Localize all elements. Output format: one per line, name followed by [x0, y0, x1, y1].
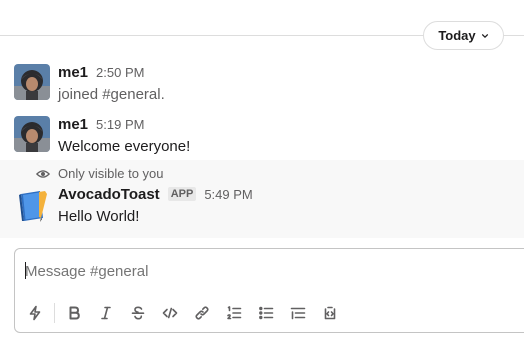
- link-button[interactable]: [186, 298, 218, 328]
- bulleted-list-icon: [259, 306, 274, 319]
- bulleted-list-button[interactable]: [250, 298, 282, 328]
- visibility-notice: Only visible to you: [36, 166, 164, 181]
- avatar[interactable]: [14, 64, 50, 100]
- notebook-icon: [14, 188, 50, 224]
- message-timestamp[interactable]: 2:50 PM: [96, 65, 144, 80]
- code-block-button[interactable]: [314, 298, 346, 328]
- shortcuts-button[interactable]: [19, 298, 51, 328]
- eye-icon: [36, 169, 50, 178]
- message-item[interactable]: me1 2:50 PM joined #general.: [0, 60, 524, 108]
- app-badge: APP: [167, 187, 197, 201]
- ephemeral-message[interactable]: Only visible to you AvocadoToast APP 5:4…: [0, 160, 524, 238]
- italic-icon: [101, 306, 111, 319]
- chevron-down-icon: [481, 33, 488, 38]
- sender-name[interactable]: me1: [58, 116, 88, 133]
- sender-name[interactable]: me1: [58, 64, 88, 81]
- code-block-icon: [324, 306, 336, 319]
- user-avatar-image: [14, 64, 50, 100]
- shortcuts-icon: [29, 305, 41, 320]
- message-timestamp[interactable]: 5:49 PM: [204, 187, 252, 202]
- strikethrough-button[interactable]: [122, 298, 154, 328]
- message-text: Welcome everyone!: [58, 138, 191, 155]
- bold-icon: [69, 306, 80, 319]
- ordered-list-icon: [227, 305, 242, 319]
- day-label: Today: [438, 28, 476, 43]
- code-icon: [162, 307, 178, 318]
- formatting-toolbar: [15, 292, 524, 333]
- blockquote-icon: [290, 307, 306, 319]
- strikethrough-icon: [131, 306, 145, 319]
- user-avatar-image: [14, 116, 50, 152]
- message-timestamp[interactable]: 5:19 PM: [96, 117, 144, 132]
- message-item[interactable]: me1 5:19 PM Welcome everyone!: [0, 112, 524, 160]
- link-icon: [195, 305, 209, 320]
- message-text: Hello World!: [58, 208, 140, 225]
- italic-button[interactable]: [90, 298, 122, 328]
- message-composer[interactable]: [14, 248, 524, 333]
- bold-button[interactable]: [58, 298, 90, 328]
- day-jump-button[interactable]: Today: [423, 21, 504, 50]
- avatar[interactable]: [14, 116, 50, 152]
- sender-name[interactable]: AvocadoToast: [58, 186, 160, 203]
- ordered-list-button[interactable]: [218, 298, 250, 328]
- visibility-notice-text: Only visible to you: [58, 166, 164, 181]
- message-input[interactable]: [25, 261, 505, 281]
- code-button[interactable]: [154, 298, 186, 328]
- app-avatar[interactable]: [14, 188, 50, 224]
- message-text: joined #general.: [58, 86, 165, 103]
- blockquote-button[interactable]: [282, 298, 314, 328]
- toolbar-separator: [54, 302, 55, 323]
